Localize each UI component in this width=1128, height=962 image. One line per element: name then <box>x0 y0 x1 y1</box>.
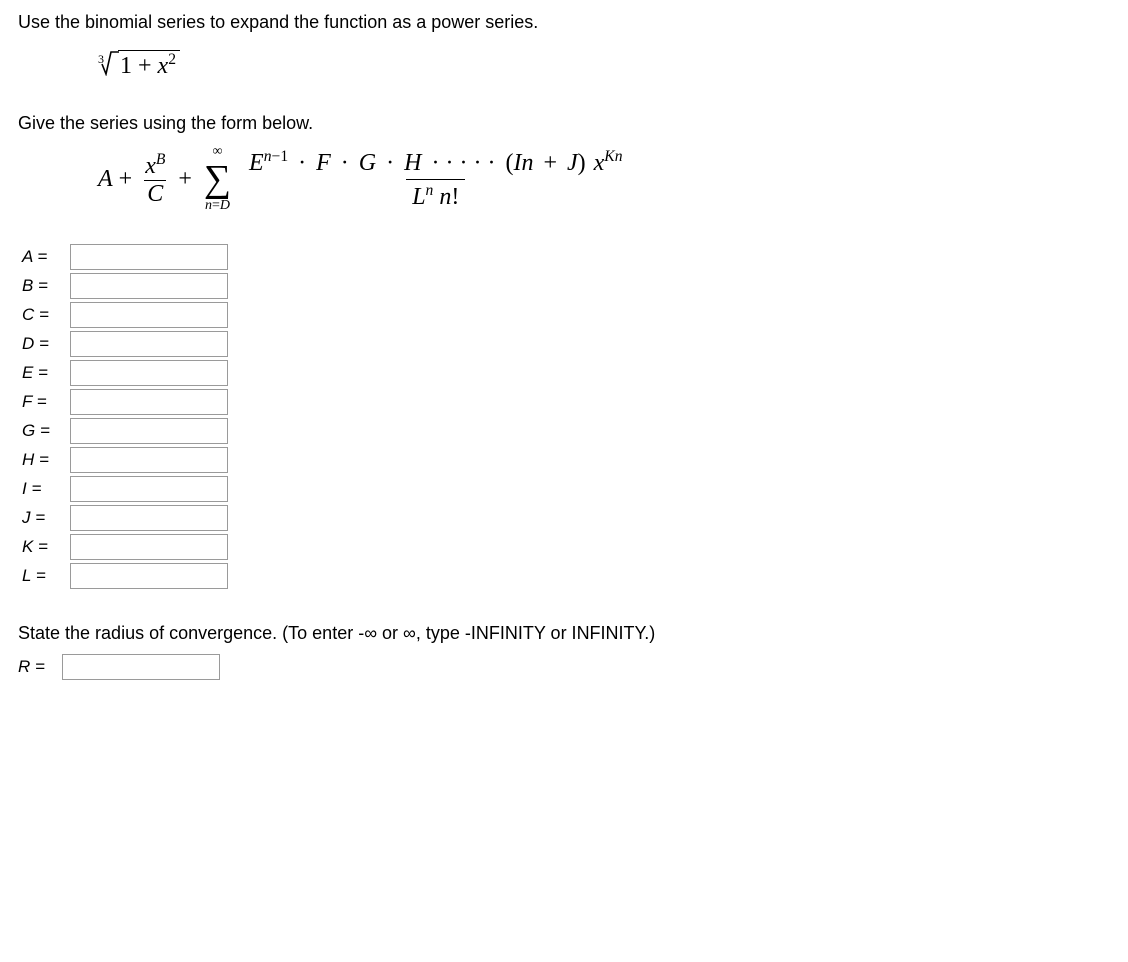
input-K[interactable] <box>70 534 228 560</box>
radical-icon <box>101 46 119 83</box>
row-G: G = <box>22 418 1116 444</box>
function-expression: 3 1 + x2 <box>98 43 1116 83</box>
row-F: F = <box>22 389 1116 415</box>
term-G: G <box>359 150 376 176</box>
radicand-prefix: 1 + <box>120 53 158 79</box>
input-R[interactable] <box>62 654 220 680</box>
label-I: I = <box>22 479 70 499</box>
rparen: ) <box>578 150 586 176</box>
label-B: B = <box>22 276 70 296</box>
row-E: E = <box>22 360 1116 386</box>
prompt-expand: Use the binomial series to expand the fu… <box>18 12 1116 33</box>
series-general-term: En−1 · F · G · H · · · · · (In + J) xKn … <box>243 146 628 213</box>
row-C: C = <box>22 302 1116 328</box>
label-F: F = <box>22 392 70 412</box>
input-A[interactable] <box>70 244 228 270</box>
dot-icon: · <box>386 150 394 176</box>
row-K: K = <box>22 534 1116 560</box>
radicand-var: x <box>158 53 169 79</box>
plus-icon: + <box>543 150 557 176</box>
sigma-lower-eq: = <box>212 198 220 213</box>
exp-n: n <box>264 148 272 165</box>
frac-num-exp: B <box>156 151 166 168</box>
term-n: n <box>521 150 533 176</box>
label-A: A = <box>22 247 70 267</box>
term-A: A <box>98 166 113 193</box>
den-L-exp: n <box>426 182 434 199</box>
plus-icon: + <box>119 166 133 193</box>
exp-one: 1 <box>280 148 288 165</box>
label-L: L = <box>22 566 70 586</box>
sigma-icon: ∑ <box>204 160 231 198</box>
dot-icon: · <box>298 150 306 176</box>
row-A: A = <box>22 244 1116 270</box>
term-H: H <box>404 150 421 176</box>
row-B: B = <box>22 273 1116 299</box>
row-J: J = <box>22 505 1116 531</box>
plus-icon: + <box>178 166 192 193</box>
exp-K: K <box>604 148 614 165</box>
label-R: R = <box>18 657 62 677</box>
row-L: L = <box>22 563 1116 589</box>
dots-icon: · · · · · <box>431 150 495 176</box>
factorial-icon: ! <box>451 184 459 210</box>
prompt-form: Give the series using the form below. <box>18 113 1116 134</box>
input-H[interactable] <box>70 447 228 473</box>
input-E[interactable] <box>70 360 228 386</box>
label-K: K = <box>22 537 70 557</box>
radius-prompt: State the radius of convergence. (To ent… <box>18 623 1116 644</box>
label-G: G = <box>22 421 70 441</box>
input-J[interactable] <box>70 505 228 531</box>
term-J: J <box>567 150 578 176</box>
minus-icon: − <box>272 148 281 165</box>
term-x: x <box>594 150 605 176</box>
label-H: H = <box>22 450 70 470</box>
input-B[interactable] <box>70 273 228 299</box>
term-E: E <box>249 150 264 176</box>
term-F: F <box>316 150 331 176</box>
den-n: n <box>439 184 451 210</box>
input-G[interactable] <box>70 418 228 444</box>
dot-icon: · <box>341 150 349 176</box>
input-D[interactable] <box>70 331 228 357</box>
sigma-lower-var: n <box>205 198 212 213</box>
row-H: H = <box>22 447 1116 473</box>
answer-inputs: A = B = C = D = E = F = G = H = I = J = … <box>22 244 1116 589</box>
series-expression: A + xB C + ∞ ∑ n=D En−1 · F · G · H · · … <box>98 144 1116 214</box>
exp-n2: n <box>615 148 623 165</box>
input-L[interactable] <box>70 563 228 589</box>
input-I[interactable] <box>70 476 228 502</box>
summation: ∞ ∑ n=D <box>204 144 231 214</box>
label-C: C = <box>22 305 70 325</box>
label-J: J = <box>22 508 70 528</box>
frac-num-var: x <box>145 153 156 179</box>
radicand-exp: 2 <box>168 51 176 68</box>
sigma-lower-val: D <box>220 198 230 213</box>
row-D: D = <box>22 331 1116 357</box>
frac-xB-over-C: xB C <box>142 151 168 208</box>
den-L: L <box>412 184 425 210</box>
label-D: D = <box>22 334 70 354</box>
frac-den: C <box>144 180 166 208</box>
row-R: R = <box>18 654 1116 680</box>
label-E: E = <box>22 363 70 383</box>
input-F[interactable] <box>70 389 228 415</box>
row-I: I = <box>22 476 1116 502</box>
input-C[interactable] <box>70 302 228 328</box>
